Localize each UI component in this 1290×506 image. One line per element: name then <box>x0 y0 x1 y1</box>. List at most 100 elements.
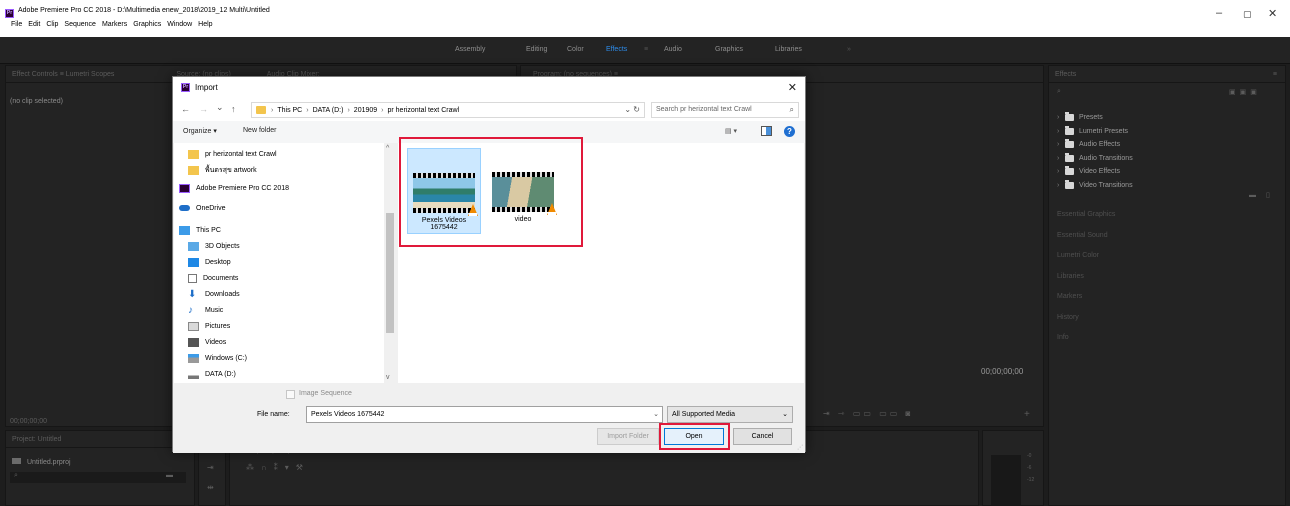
help-icon[interactable]: ? <box>784 126 795 137</box>
address-bar[interactable]: › This PC › DATA (D:) › 201909 › pr heri… <box>251 102 645 118</box>
panel-lumetri-color[interactable]: Lumetri Color <box>1057 252 1115 273</box>
close-window-button[interactable]: ✕ <box>1268 7 1277 20</box>
effects-item-video-effects[interactable]: › Video Effects <box>1057 165 1133 179</box>
track-select-tool-icon[interactable]: ⇥ <box>207 463 214 472</box>
file-name-input[interactable]: Pexels Videos 1675442 ⌄ <box>306 406 663 423</box>
folder-icon <box>256 106 266 114</box>
organize-button[interactable]: Organize ▾ <box>183 127 217 135</box>
documents-icon <box>188 273 197 283</box>
menu-edit[interactable]: Edit <box>25 21 43 28</box>
workspace-tab-effects[interactable]: Effects <box>606 46 627 53</box>
panel-essential-sound[interactable]: Essential Sound <box>1057 232 1115 253</box>
effects-panel-title[interactable]: Effects <box>1055 71 1076 78</box>
panel-info[interactable]: Info <box>1057 334 1115 355</box>
project-file-row[interactable]: Untitled.prproj <box>12 458 71 466</box>
menu-help[interactable]: Help <box>195 21 215 28</box>
ripple-edit-tool-icon[interactable]: ⇹ <box>207 483 214 492</box>
workspace-overflow-icon[interactable]: » <box>847 46 851 53</box>
nav-item-artwork-folder[interactable]: พื้นตรสุข artwork <box>188 163 257 177</box>
effects-item-audio-effects[interactable]: › Audio Effects <box>1057 138 1133 152</box>
new-bin-icon[interactable]: ▬ ▯ <box>1249 191 1274 199</box>
workspace-tab-assembly[interactable]: Assembly <box>455 46 485 53</box>
project-panel-header[interactable]: Project: Untitled <box>6 431 194 448</box>
file-type-select[interactable]: All Supported Media ⌄ <box>667 406 793 423</box>
effects-item-video-transitions[interactable]: › Video Transitions <box>1057 179 1133 193</box>
effects-tree: › Presets › Lumetri Presets › Audio Effects… <box>1057 111 1133 192</box>
breadcrumb-current-folder[interactable]: pr herizontal text Crawl <box>388 107 460 114</box>
effects-filter-icons[interactable]: ▣▣▣ <box>1229 88 1261 96</box>
navigation-pane: pr herizontal text Crawl พื้นตรสุข artwo… <box>174 143 396 383</box>
nav-item-this-pc[interactable]: This PC <box>179 223 221 237</box>
search-input[interactable]: Search pr herizontal text Crawl ⌕ <box>651 102 799 118</box>
resize-grip-icon[interactable]: ⋰ <box>797 444 803 451</box>
workspace-tab-libraries[interactable]: Libraries <box>775 46 802 53</box>
nav-scrollbar[interactable]: ^ v <box>384 143 396 383</box>
nav-item-desktop[interactable]: Desktop <box>188 255 231 269</box>
scroll-down-icon[interactable]: v <box>386 374 390 381</box>
breadcrumb-201909[interactable]: 201909 <box>354 107 377 114</box>
dialog-close-button[interactable]: ✕ <box>788 81 797 94</box>
back-arrow-icon[interactable]: ← <box>181 104 190 114</box>
panel-essential-graphics[interactable]: Essential Graphics <box>1057 211 1115 232</box>
effects-item-lumetri-presets[interactable]: › Lumetri Presets <box>1057 125 1133 139</box>
scroll-up-icon[interactable]: ^ <box>386 145 389 152</box>
drive-icon <box>188 353 199 363</box>
workspace-tab-graphics[interactable]: Graphics <box>715 46 743 53</box>
project-file-icon <box>12 458 21 464</box>
timeline-tools-icons[interactable]: ⁂∩⁑▾⚒ <box>246 463 310 472</box>
menu-markers[interactable]: Markers <box>99 21 130 28</box>
effects-item-presets[interactable]: › Presets <box>1057 111 1133 125</box>
nav-item-music[interactable]: ♪ Music <box>188 303 223 317</box>
nav-item-documents[interactable]: Documents <box>188 271 238 285</box>
add-button-icon[interactable]: + <box>1024 409 1030 420</box>
breadcrumb-this-pc[interactable]: This PC <box>277 107 302 114</box>
chevron-down-icon[interactable]: ⌄ <box>653 410 659 418</box>
effect-controls-tab[interactable]: Effect Controls ≡ Lumetri Scopes <box>12 71 114 78</box>
panel-history[interactable]: History <box>1057 314 1115 335</box>
effects-item-audio-transitions[interactable]: › Audio Transitions <box>1057 152 1133 166</box>
nav-item-windows-c[interactable]: Windows (C:) <box>188 351 247 365</box>
forward-arrow-icon[interactable]: → <box>199 104 208 114</box>
nav-item-premiere[interactable]: Adobe Premiere Pro CC 2018 <box>179 181 289 195</box>
menu-clip[interactable]: Clip <box>43 21 61 28</box>
new-bin-icon[interactable]: ▬ <box>166 472 173 479</box>
up-arrow-icon[interactable]: ↑ <box>231 104 236 114</box>
nav-item-pr-folder[interactable]: pr herizontal text Crawl <box>188 147 277 161</box>
view-options-icon[interactable]: ▤ ▾ <box>725 127 737 135</box>
nav-item-data-d[interactable]: DATA (D:) <box>188 367 236 381</box>
nav-item-videos[interactable]: Videos <box>188 335 226 349</box>
panel-markers[interactable]: Markers <box>1057 293 1115 314</box>
effects-search-icon[interactable]: ⌕ <box>1057 88 1061 96</box>
workspace-tab-color[interactable]: Color <box>567 46 584 53</box>
dialog-footer: Image Sequence File name: Pexels Videos … <box>173 383 805 453</box>
recent-locations-icon[interactable]: ⌄ <box>216 102 224 113</box>
preview-pane-icon[interactable] <box>761 126 772 136</box>
breadcrumb-data-d[interactable]: DATA (D:) <box>313 107 344 114</box>
menu-file[interactable]: File <box>8 21 25 28</box>
workspace-tab-editing[interactable]: Editing <box>526 46 547 53</box>
project-search-input[interactable] <box>10 472 186 483</box>
minimize-button[interactable]: – <box>1216 7 1222 19</box>
refresh-icon[interactable]: ⌄ ↻ <box>624 105 640 114</box>
nav-item-downloads[interactable]: ⬇ Downloads <box>188 287 240 301</box>
nav-scroll-thumb[interactable] <box>386 213 394 333</box>
workspace-tab-audio[interactable]: Audio <box>664 46 682 53</box>
effects-menu-icon[interactable]: ≡ <box>1273 71 1277 78</box>
import-folder-button[interactable]: Import Folder <box>597 428 659 445</box>
menu-graphics[interactable]: Graphics <box>130 21 164 28</box>
new-folder-button[interactable]: New folder <box>243 127 276 134</box>
transport-controls-icon[interactable]: ⇥ ⇾ ▭▭ ▭▭ ◙ <box>823 409 913 418</box>
nav-item-3d-objects[interactable]: 3D Objects <box>188 239 240 253</box>
menu-window[interactable]: Window <box>164 21 195 28</box>
nav-item-onedrive[interactable]: OneDrive <box>179 201 226 215</box>
dialog-title: Import <box>195 83 218 92</box>
workspace-menu-icon[interactable]: ≡ <box>644 46 648 53</box>
project-panel: Project: Untitled Untitled.prproj ⌕ ▬ <box>5 430 195 506</box>
onedrive-icon <box>179 205 190 211</box>
menu-sequence[interactable]: Sequence <box>61 21 99 28</box>
panel-libraries[interactable]: Libraries <box>1057 273 1115 294</box>
image-sequence-checkbox[interactable] <box>286 390 295 399</box>
nav-item-pictures[interactable]: Pictures <box>188 319 230 333</box>
maximize-button[interactable]: ▢ <box>1243 9 1252 20</box>
cancel-button[interactable]: Cancel <box>733 428 792 445</box>
